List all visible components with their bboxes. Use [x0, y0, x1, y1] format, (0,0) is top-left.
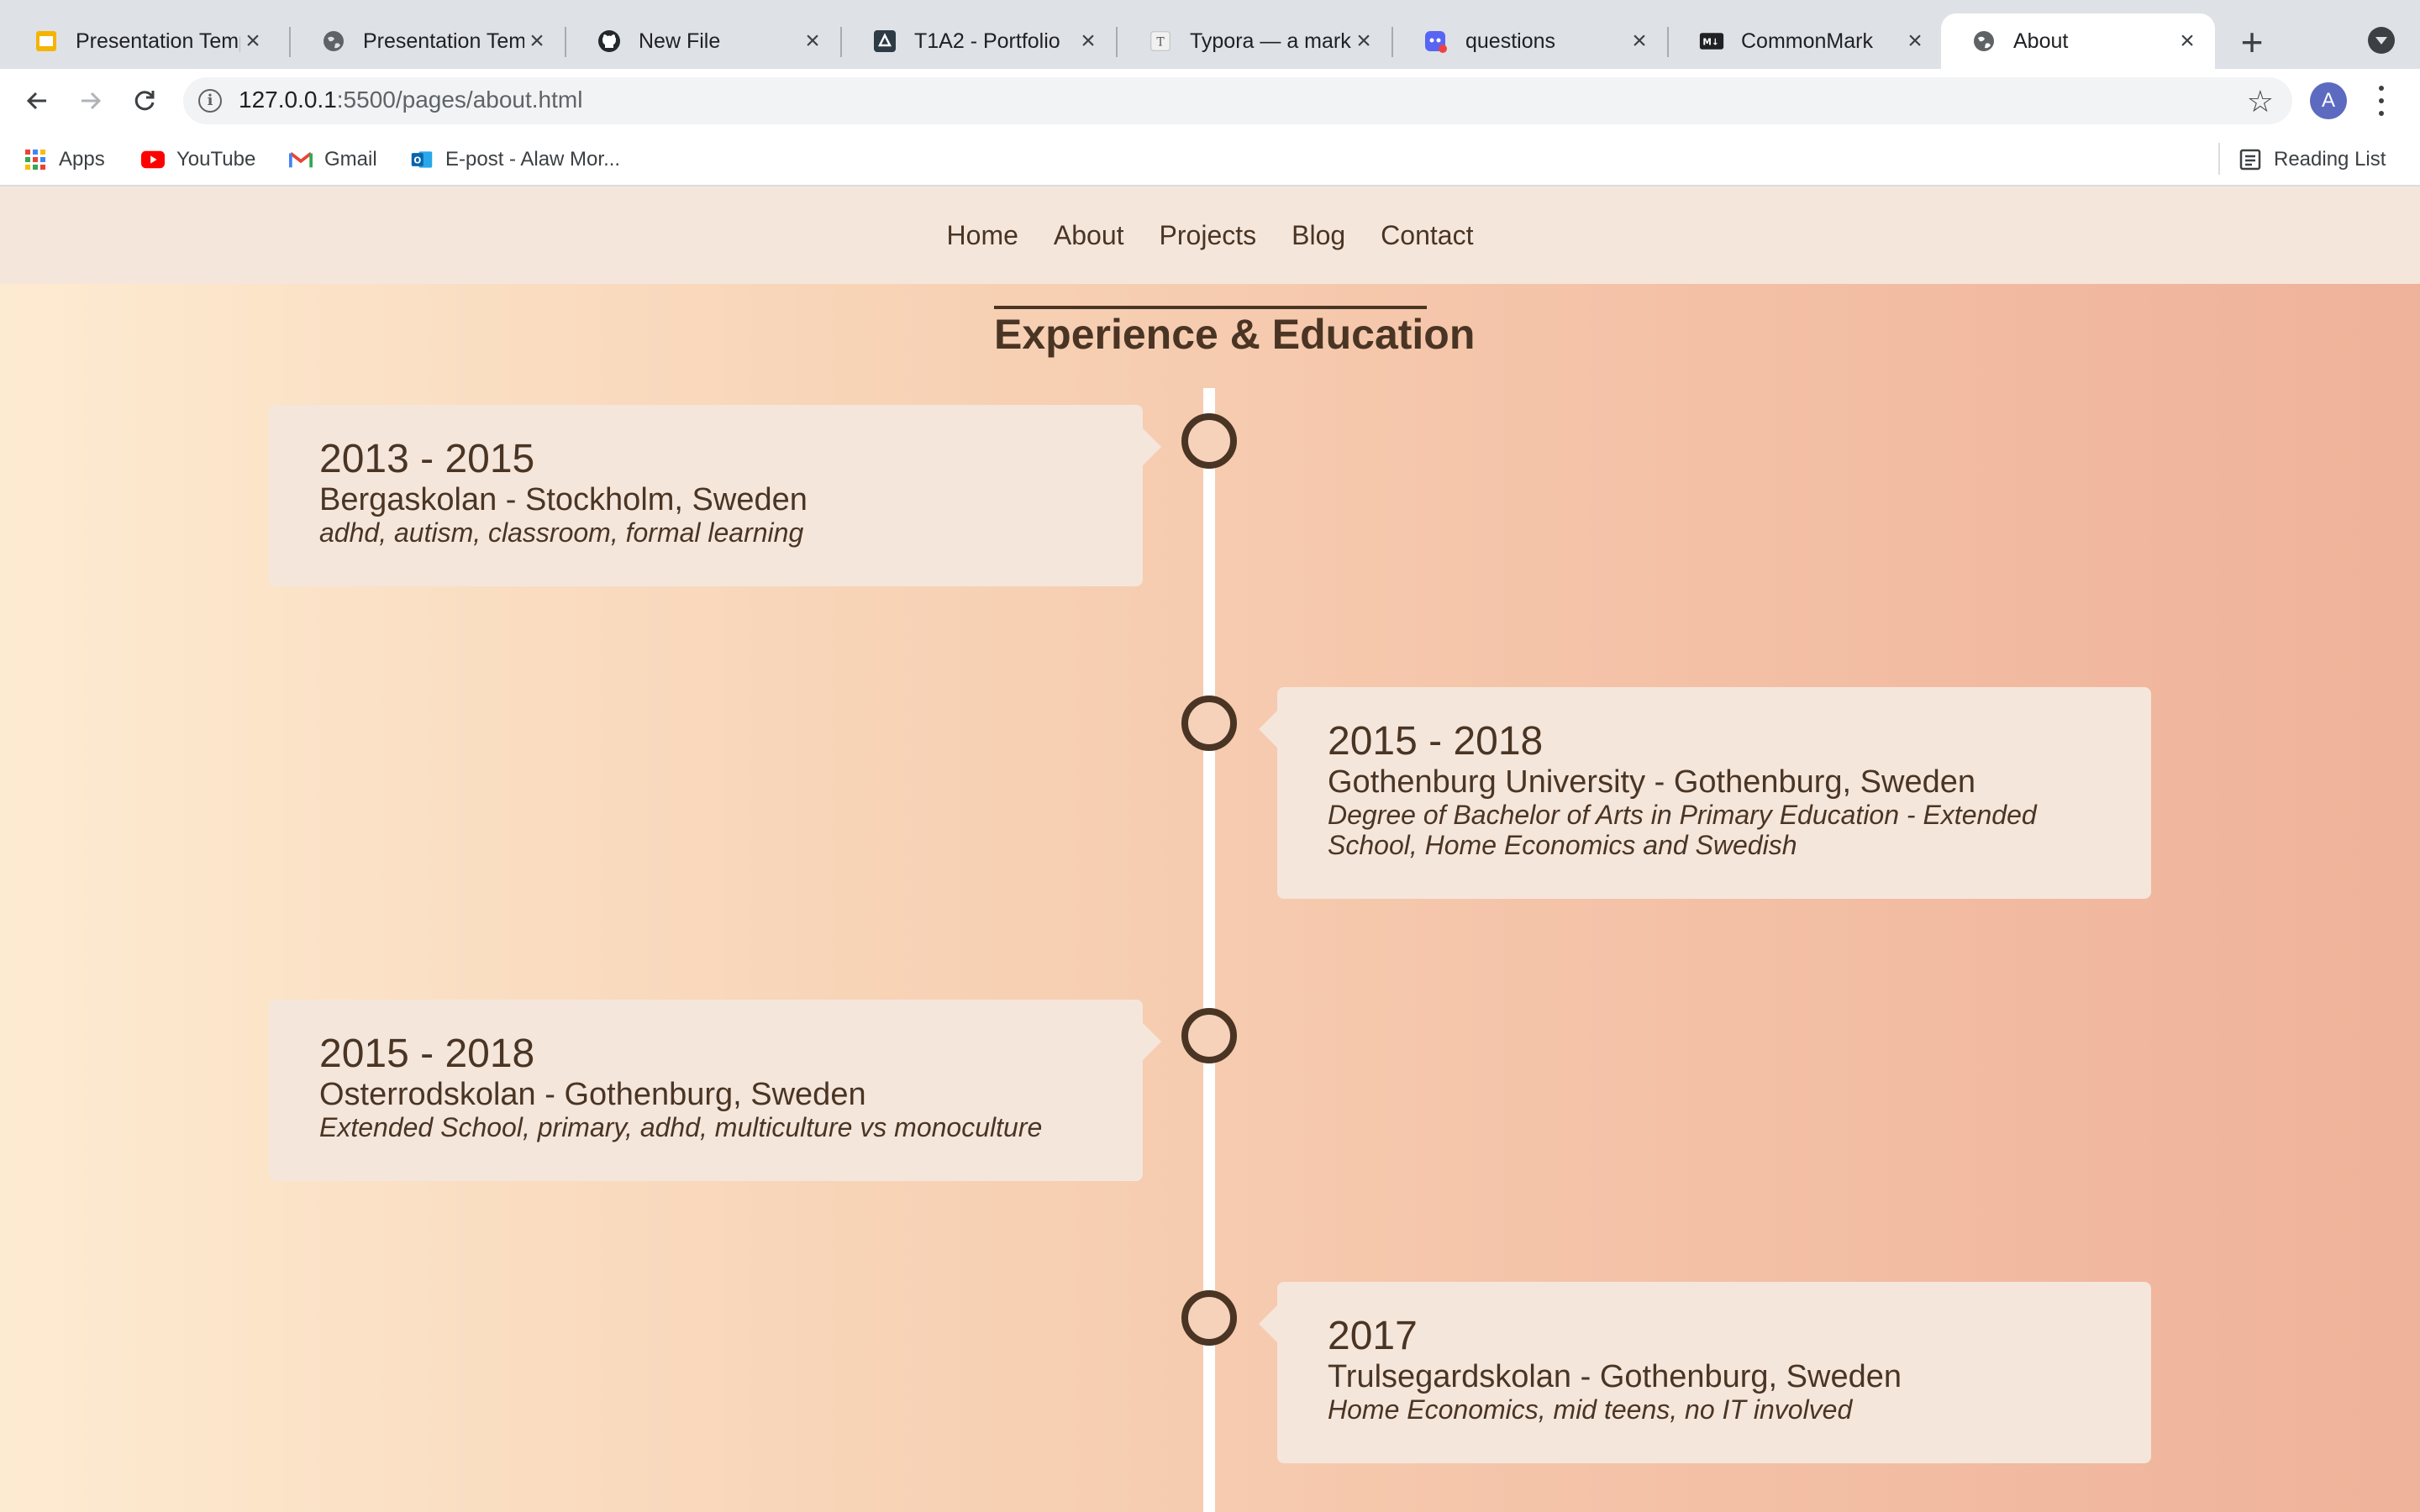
- info-icon[interactable]: i: [198, 89, 222, 113]
- timeline-tags: Degree of Bachelor of Arts in Primary Ed…: [1328, 800, 2037, 860]
- nav-link-about[interactable]: About: [1054, 220, 1124, 251]
- tab-title: T1A2 - Portfolio: [914, 29, 1060, 53]
- timeline-years: 2015 - 2018: [1328, 719, 1544, 764]
- new-tab-button[interactable]: +: [2235, 20, 2269, 64]
- timeline-years: 2015 - 2018: [319, 1032, 535, 1076]
- timeline-place: Bergaskolan - Stockholm, Sweden: [319, 482, 808, 517]
- typora-icon: T: [1148, 29, 1173, 54]
- reading-list-label: Reading List: [2274, 148, 2386, 171]
- tab-strip: Presentation Templ × Presentation Temp ×…: [0, 0, 2420, 69]
- url-text[interactable]: 127.0.0.1:5500/pages/about.html: [239, 87, 582, 113]
- bookmark-apps[interactable]: Apps: [24, 144, 105, 175]
- arrow-left-icon: [26, 92, 46, 110]
- timeline-card: 2013 - 2015 Bergaskolan - Stockholm, Swe…: [269, 405, 1161, 586]
- nav-link-blog[interactable]: Blog: [1292, 220, 1345, 251]
- tab-about[interactable]: About ×: [1941, 13, 2215, 69]
- tab-new-file[interactable]: New File ×: [566, 13, 840, 69]
- arrow-right-icon: [82, 92, 102, 110]
- svg-text:M↓: M↓: [1702, 37, 1718, 47]
- close-icon[interactable]: ×: [2175, 27, 2200, 55]
- tab-presentation-templates-1[interactable]: Presentation Templ ×: [3, 13, 281, 69]
- bookmarks-bar: Apps YouTube Gmail O E-post - Alaw Mor..…: [0, 133, 2420, 186]
- tab-presentation-templates-2[interactable]: Presentation Temp ×: [291, 13, 565, 69]
- reload-icon: [134, 91, 155, 111]
- globe-icon: [1971, 29, 1996, 54]
- github-icon: [597, 29, 622, 54]
- address-bar[interactable]: i 127.0.0.1:5500/pages/about.html ☆: [183, 77, 2292, 124]
- nav-link-projects[interactable]: Projects: [1160, 220, 1257, 251]
- canvas-icon: [872, 29, 897, 54]
- bookmark-label: YouTube: [176, 148, 256, 171]
- browser-toolbar: i 127.0.0.1:5500/pages/about.html ☆ A: [0, 69, 2420, 133]
- timeline-card: 2015 - 2018 Gothenburg University - Goth…: [1259, 687, 2151, 899]
- timeline-card: 2017 Trulsegardskolan - Gothenburg, Swed…: [1259, 1282, 2151, 1463]
- globe-icon: [321, 29, 346, 54]
- close-icon[interactable]: ×: [240, 27, 266, 55]
- youtube-icon: [141, 148, 165, 171]
- tab-typora[interactable]: T Typora — a markd ×: [1118, 13, 1392, 69]
- timeline-tags: adhd, autism, classroom, formal learning: [319, 517, 804, 548]
- outlook-icon: O: [410, 148, 434, 171]
- forward-button[interactable]: [71, 81, 111, 121]
- timeline-tags: Home Economics, mid teens, no IT involve…: [1328, 1394, 1853, 1425]
- close-icon[interactable]: ×: [800, 27, 825, 55]
- bookmarks-divider: [2218, 143, 2220, 175]
- timeline-card: 2015 - 2018 Osterrodskolan - Gothenburg,…: [269, 1000, 1161, 1181]
- page-viewport: Home About Projects Blog Contact Experie…: [0, 186, 2420, 1512]
- tab-title: questions: [1465, 29, 1556, 53]
- tab-search-icon[interactable]: [2368, 27, 2395, 54]
- more-menu-icon[interactable]: [2371, 84, 2391, 118]
- timeline-years: 2013 - 2015: [319, 437, 535, 481]
- section-title: Experience & Education: [994, 306, 1475, 358]
- bookmark-label: Apps: [59, 148, 105, 171]
- timeline-place: Gothenburg University - Gothenburg, Swed…: [1328, 764, 1975, 800]
- nav-link-contact[interactable]: Contact: [1381, 220, 1473, 251]
- close-icon[interactable]: ×: [1351, 27, 1376, 55]
- tab-title: Typora — a markd: [1190, 29, 1351, 53]
- timeline-place: Osterrodskolan - Gothenburg, Sweden: [319, 1077, 866, 1112]
- tab-title: CommonMark: [1741, 29, 1873, 53]
- apps-grid-icon: [24, 148, 47, 171]
- reload-button[interactable]: [124, 81, 165, 121]
- timeline-dot: [1181, 696, 1237, 751]
- nav-link-home[interactable]: Home: [947, 220, 1018, 251]
- markdown-icon: M↓: [1699, 29, 1724, 54]
- gmail-icon: [289, 148, 313, 171]
- timeline-dot: [1181, 1008, 1237, 1063]
- bookmark-star-icon[interactable]: ☆: [2247, 84, 2274, 119]
- tab-title: About: [2013, 29, 2069, 53]
- reading-list-button[interactable]: Reading List: [2238, 144, 2386, 175]
- svg-text:T: T: [1156, 36, 1165, 50]
- timeline-years: 2017: [1328, 1314, 1418, 1358]
- tab-title: New File: [639, 29, 721, 53]
- timeline-tags: Extended School, primary, adhd, multicul…: [319, 1112, 1043, 1142]
- timeline-dot: [1181, 1290, 1237, 1346]
- back-button[interactable]: [17, 81, 57, 121]
- tab-title: Presentation Templ: [76, 29, 240, 53]
- profile-avatar[interactable]: A: [2310, 82, 2347, 119]
- tab-t1a2-portfolio[interactable]: T1A2 - Portfolio ×: [842, 13, 1116, 69]
- bookmark-label: Gmail: [324, 148, 377, 171]
- bookmark-e-post[interactable]: O E-post - Alaw Mor...: [410, 144, 620, 175]
- svg-text:O: O: [413, 155, 421, 165]
- site-nav: Home About Projects Blog Contact: [0, 186, 2420, 284]
- close-icon[interactable]: ×: [1902, 27, 1928, 55]
- tab-title: Presentation Temp: [363, 29, 524, 53]
- tab-commonmark[interactable]: M↓ CommonMark ×: [1669, 13, 1943, 69]
- close-icon[interactable]: ×: [1076, 27, 1101, 55]
- timeline-place: Trulsegardskolan - Gothenburg, Sweden: [1328, 1359, 1902, 1394]
- reading-list-icon: [2238, 148, 2262, 171]
- timeline-dot: [1181, 413, 1237, 469]
- tab-questions[interactable]: questions ×: [1393, 13, 1667, 69]
- bookmark-youtube[interactable]: YouTube: [141, 144, 255, 175]
- bookmark-label: E-post - Alaw Mor...: [445, 148, 621, 171]
- bookmark-gmail[interactable]: Gmail: [289, 144, 377, 175]
- close-icon[interactable]: ×: [524, 27, 550, 55]
- close-icon[interactable]: ×: [1627, 27, 1652, 55]
- discord-icon: [1423, 29, 1449, 54]
- slides-icon: [34, 29, 59, 54]
